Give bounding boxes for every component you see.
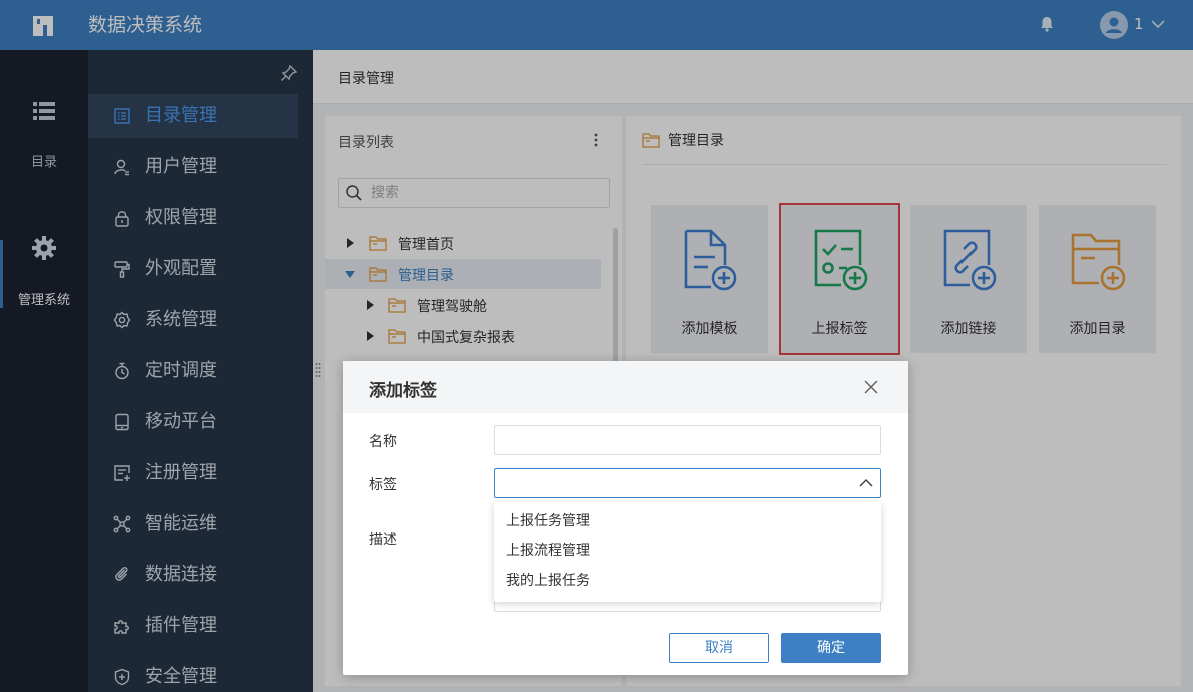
- tag-dropdown: 上报任务管理 上报流程管理 我的上报任务: [494, 502, 881, 602]
- description-label: 描述: [369, 532, 397, 548]
- tag-select[interactable]: [494, 468, 881, 498]
- dialog-title: 添加标签: [369, 381, 437, 401]
- dropdown-option[interactable]: 上报任务管理: [494, 506, 881, 536]
- dropdown-option[interactable]: 我的上报任务: [494, 566, 881, 596]
- name-label: 名称: [369, 434, 397, 450]
- tag-label: 标签: [369, 477, 397, 493]
- dropdown-option[interactable]: 上报流程管理: [494, 536, 881, 566]
- name-input[interactable]: [494, 425, 881, 455]
- close-icon[interactable]: [861, 377, 881, 397]
- chevron-up-icon[interactable]: [858, 477, 874, 489]
- confirm-button[interactable]: 确定: [781, 633, 881, 663]
- cancel-button[interactable]: 取消: [669, 633, 769, 663]
- add-tag-dialog: 添加标签 名称 标签 描述 上报任务管理 上报流程管理 我的上报任务 取消 确定: [343, 361, 908, 675]
- dialog-header: 添加标签: [343, 361, 908, 413]
